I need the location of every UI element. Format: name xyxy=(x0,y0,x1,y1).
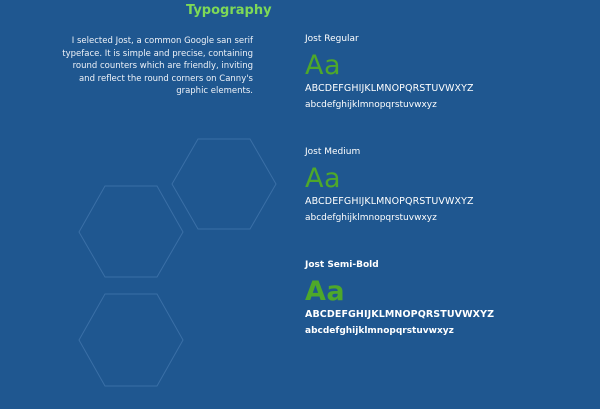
hexagon-shape xyxy=(78,185,184,278)
lowercase-alphabet: abcdefghijklmnopqrstuvwxyz xyxy=(305,326,454,336)
font-specimen-medium: Jost Medium Aa ABCDEFGHIJKLMNOPQRSTUVWXY… xyxy=(305,146,595,224)
lowercase-alphabet: abcdefghijklmnopqrstuvwxyz xyxy=(305,100,437,110)
font-sample-glyph: Aa xyxy=(305,50,342,81)
uppercase-alphabet: ABCDEFGHIJKLMNOPQRSTUVWXYZ xyxy=(305,196,474,207)
hexagon-shape xyxy=(171,138,277,230)
font-sample-glyph: Aa xyxy=(305,276,346,307)
font-name: Jost Medium xyxy=(305,147,361,157)
font-name: Jost Semi-Bold xyxy=(305,260,379,270)
uppercase-alphabet: ABCDEFGHIJKLMNOPQRSTUVWXYZ xyxy=(305,83,474,94)
font-sample-glyph: Aa xyxy=(305,163,342,194)
uppercase-alphabet: ABCDEFGHIJKLMNOPQRSTUVWXYZ xyxy=(305,309,495,320)
font-specimen-regular: Jost Regular Aa ABCDEFGHIJKLMNOPQRSTUVWX… xyxy=(305,33,595,111)
hexagon-shape xyxy=(78,293,184,387)
font-name: Jost Regular xyxy=(305,34,359,44)
lowercase-alphabet: abcdefghijklmnopqrstuvwxyz xyxy=(305,213,437,223)
font-specimen-semibold: Jost Semi-Bold Aa ABCDEFGHIJKLMNOPQRSTUV… xyxy=(305,259,595,337)
